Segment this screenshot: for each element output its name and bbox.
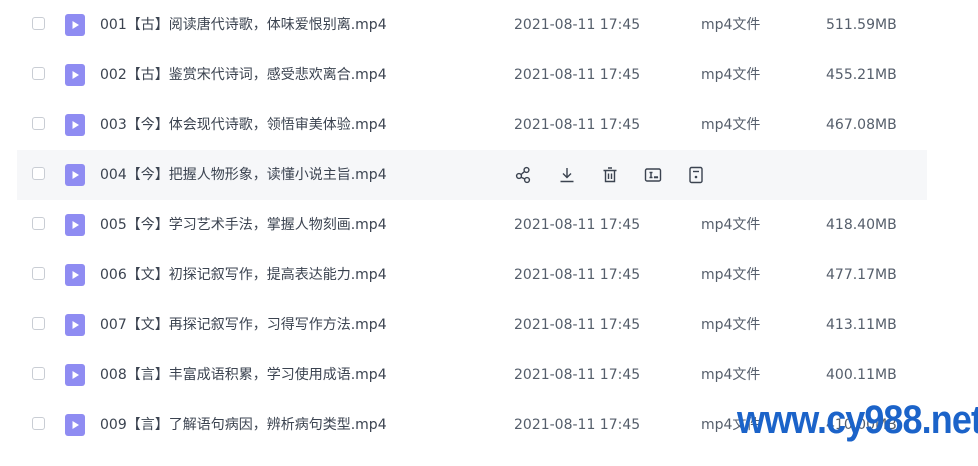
file-size: 413.11MB — [826, 317, 897, 333]
file-type: mp4文件 — [701, 267, 761, 283]
file-type: mp4文件 — [701, 17, 761, 33]
file-type: mp4文件 — [701, 67, 761, 83]
file-list: 001【古】阅读唐代诗歌，体味爱恨别离.mp4 2021-08-11 17:45… — [17, 0, 927, 450]
row-checkbox[interactable] — [32, 67, 45, 80]
file-type: mp4文件 — [701, 217, 761, 233]
file-name[interactable]: 003【今】体会现代诗歌，领悟审美体验.mp4 — [100, 100, 387, 150]
file-name[interactable]: 004【今】把握人物形象，读懂小说主旨.mp4 — [100, 150, 387, 200]
file-row[interactable]: 002【古】鉴赏宋代诗词，感受悲欢离合.mp4 2021-08-11 17:45… — [17, 50, 927, 100]
file-name[interactable]: 009【言】了解语句病因，辨析病句类型.mp4 — [100, 400, 387, 450]
file-size: 511.59MB — [826, 17, 897, 33]
file-row[interactable]: 006【文】初探记叙写作，提高表达能力.mp4 2021-08-11 17:45… — [17, 250, 927, 300]
video-file-icon — [65, 14, 85, 36]
row-checkbox[interactable] — [32, 267, 45, 280]
row-checkbox[interactable] — [32, 17, 45, 30]
file-row[interactable]: 003【今】体会现代诗歌，领悟审美体验.mp4 2021-08-11 17:45… — [17, 100, 927, 150]
file-date: 2021-08-11 17:45 — [514, 217, 641, 233]
video-file-icon — [65, 414, 85, 436]
file-row[interactable]: 005【今】学习艺术手法，掌握人物刻画.mp4 2021-08-11 17:45… — [17, 200, 927, 250]
file-type: mp4文件 — [701, 117, 761, 133]
details-icon[interactable] — [686, 165, 706, 185]
file-size: 477.17MB — [826, 267, 897, 283]
download-icon[interactable] — [557, 165, 577, 185]
row-checkbox[interactable] — [32, 317, 45, 330]
file-row[interactable]: 008【言】丰富成语积累，学习使用成语.mp4 2021-08-11 17:45… — [17, 350, 927, 400]
file-name[interactable]: 006【文】初探记叙写作，提高表达能力.mp4 — [100, 250, 387, 300]
file-type: mp4文件 — [701, 317, 761, 333]
rename-icon[interactable] — [643, 165, 663, 185]
file-name[interactable]: 008【言】丰富成语积累，学习使用成语.mp4 — [100, 350, 387, 400]
delete-icon[interactable] — [600, 165, 620, 185]
file-name[interactable]: 005【今】学习艺术手法，掌握人物刻画.mp4 — [100, 200, 387, 250]
share-icon[interactable] — [514, 165, 534, 185]
file-date: 2021-08-11 17:45 — [514, 67, 641, 83]
file-date: 2021-08-11 17:45 — [514, 417, 641, 433]
file-date: 2021-08-11 17:45 — [514, 117, 641, 133]
file-type: mp4文件 — [701, 367, 761, 383]
video-file-icon — [65, 364, 85, 386]
file-row[interactable]: 007【文】再探记叙写作，习得写作方法.mp4 2021-08-11 17:45… — [17, 300, 927, 350]
video-file-icon — [65, 214, 85, 236]
video-file-icon — [65, 114, 85, 136]
file-size: 400.11MB — [826, 367, 897, 383]
file-row[interactable]: 001【古】阅读唐代诗歌，体味爱恨别离.mp4 2021-08-11 17:45… — [17, 0, 927, 50]
row-checkbox[interactable] — [32, 167, 45, 180]
file-size: 467.08MB — [826, 117, 897, 133]
file-date: 2021-08-11 17:45 — [514, 17, 641, 33]
file-name[interactable]: 001【古】阅读唐代诗歌，体味爱恨别离.mp4 — [100, 0, 387, 50]
file-name[interactable]: 007【文】再探记叙写作，习得写作方法.mp4 — [100, 300, 387, 350]
video-file-icon — [65, 164, 85, 186]
file-row-hovered[interactable]: 004【今】把握人物形象，读懂小说主旨.mp4 — [17, 150, 927, 200]
video-file-icon — [65, 64, 85, 86]
row-checkbox[interactable] — [32, 117, 45, 130]
video-file-icon — [65, 264, 85, 286]
file-name[interactable]: 002【古】鉴赏宋代诗词，感受悲欢离合.mp4 — [100, 50, 387, 100]
row-checkbox[interactable] — [32, 417, 45, 430]
row-actions — [514, 165, 729, 185]
file-size: 455.21MB — [826, 67, 897, 83]
row-checkbox[interactable] — [32, 217, 45, 230]
file-size: 418.40MB — [826, 217, 897, 233]
file-date: 2021-08-11 17:45 — [514, 317, 641, 333]
watermark-text: www.cy988.net — [737, 398, 978, 442]
video-file-icon — [65, 314, 85, 336]
file-date: 2021-08-11 17:45 — [514, 367, 641, 383]
file-date: 2021-08-11 17:45 — [514, 267, 641, 283]
row-checkbox[interactable] — [32, 367, 45, 380]
